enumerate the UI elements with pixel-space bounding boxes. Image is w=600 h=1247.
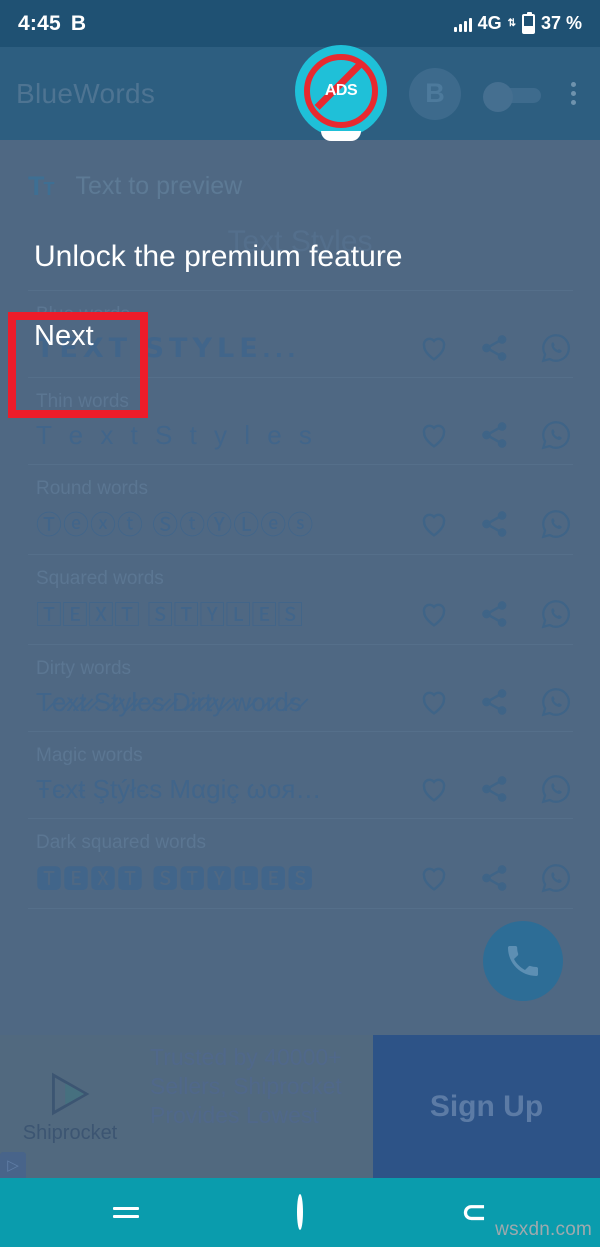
overflow-menu-icon[interactable] bbox=[567, 78, 580, 109]
phone-call-icon[interactable] bbox=[483, 921, 563, 1001]
row-actions bbox=[407, 418, 573, 452]
recents-icon[interactable] bbox=[98, 1202, 154, 1223]
style-label: Round words bbox=[36, 478, 148, 499]
style-sample: Ŧєxŧ Ştýłєs Mαgiç ωoя… bbox=[36, 773, 322, 804]
style-sample: 🆃🅴🆇🆃 🆂🆃🆈🅻🅴🆂 bbox=[36, 864, 315, 894]
style-row-round-words[interactable]: Round words Ⓣⓔⓧⓣ ⓈⓣⓎⓁⓔⓢ bbox=[28, 465, 573, 555]
share-icon[interactable] bbox=[478, 772, 512, 806]
ad-banner[interactable]: Shiprocket Trusted by 40000+ Sellers, Sh… bbox=[0, 1035, 600, 1178]
next-button-highlight-box bbox=[8, 312, 148, 418]
share-icon[interactable] bbox=[478, 418, 512, 452]
premium-dialog-title: Unlock the premium feature bbox=[34, 240, 403, 273]
share-icon[interactable] bbox=[478, 685, 512, 719]
text-format-icon: TT bbox=[28, 170, 55, 201]
watermark: wsxdn.com bbox=[495, 1219, 592, 1240]
text-input-row[interactable]: TT Text to preview bbox=[0, 155, 600, 217]
style-row-squared-words[interactable]: Squared words 🅃🄴🅇🅃 🅂🅃🅈🄻🄴🅂 bbox=[28, 555, 573, 645]
status-bar-left: 4:45 B bbox=[18, 12, 86, 36]
favorite-icon[interactable] bbox=[417, 685, 451, 719]
status-time: 4:45 bbox=[18, 11, 61, 35]
whatsapp-icon[interactable] bbox=[539, 685, 573, 719]
style-sample: T e x t S t y l e s bbox=[36, 419, 317, 450]
adchoices-icon[interactable]: ▷ bbox=[0, 1152, 26, 1178]
row-actions bbox=[407, 685, 573, 719]
row-actions bbox=[407, 772, 573, 806]
ad-body-text: Trusted by 40000+ Sellers, Shiprocket Pr… bbox=[150, 1044, 342, 1128]
ad-signup-button[interactable]: Sign Up bbox=[373, 1035, 600, 1178]
favorite-icon[interactable] bbox=[417, 772, 451, 806]
style-label: Squared words bbox=[36, 568, 164, 589]
home-button[interactable] bbox=[272, 1194, 328, 1230]
no-ads-badge-icon[interactable]: ADS bbox=[295, 45, 387, 141]
share-icon[interactable] bbox=[478, 861, 512, 895]
signal-icon bbox=[453, 16, 472, 32]
whatsapp-icon[interactable] bbox=[539, 772, 573, 806]
row-actions bbox=[407, 597, 573, 631]
toggle-switch-icon[interactable] bbox=[483, 81, 545, 112]
style-sample: Ⓣⓔⓧⓣ ⓈⓣⓎⓁⓔⓢ bbox=[36, 510, 315, 540]
style-row-dark-squared-words[interactable]: Dark squared words 🆃🅴🆇🆃 🆂🆃🆈🅻🅴🆂 bbox=[28, 819, 573, 909]
whatsapp-icon[interactable] bbox=[539, 418, 573, 452]
home-icon bbox=[297, 1194, 303, 1230]
whatsapp-icon[interactable] bbox=[539, 597, 573, 631]
favorite-icon[interactable] bbox=[417, 597, 451, 631]
back-icon[interactable]: ⊂ bbox=[446, 1195, 502, 1230]
status-bar: 4:45 B 4G ⇅ 37 % bbox=[0, 0, 600, 47]
network-label: 4G bbox=[477, 13, 502, 33]
row-actions bbox=[407, 861, 573, 895]
style-label: Dark squared words bbox=[36, 832, 207, 853]
no-ads-label: ADS bbox=[324, 82, 358, 99]
avatar[interactable]: B bbox=[409, 67, 461, 120]
style-label: Magic words bbox=[36, 745, 143, 766]
battery-percent: 37 % bbox=[540, 13, 582, 33]
share-icon[interactable] bbox=[478, 507, 512, 541]
status-bar-right: 4G ⇅ 37 % bbox=[453, 11, 582, 34]
ad-brand-name: Shiprocket bbox=[22, 1122, 118, 1144]
favorite-icon[interactable] bbox=[417, 861, 451, 895]
system-nav-bar: ⊂ wsxdn.com bbox=[0, 1178, 600, 1247]
style-sample: T̷e̷x̷t̷ ̷S̷t̷y̷l̷e̷s̷ ̷D̷i̷r̷t̷y̷ ̷w̷o̷… bbox=[36, 686, 302, 717]
favorite-icon[interactable] bbox=[417, 418, 451, 452]
favorite-icon[interactable] bbox=[417, 507, 451, 541]
share-icon[interactable] bbox=[478, 597, 512, 631]
network-activity-icon: ⇅ bbox=[507, 18, 516, 29]
phone-screen: 4:45 B 4G ⇅ 37 % BlueWords B ADS TT Text… bbox=[0, 0, 600, 1247]
whatsapp-icon[interactable] bbox=[539, 861, 573, 895]
style-label: Dirty words bbox=[36, 658, 132, 679]
style-sample: 🅃🄴🅇🅃 🅂🅃🅈🄻🄴🅂 bbox=[36, 600, 304, 630]
row-actions bbox=[407, 507, 573, 541]
status-time-suffix: B bbox=[70, 11, 87, 35]
battery-icon bbox=[521, 11, 535, 34]
text-input-placeholder: Text to preview bbox=[75, 171, 243, 200]
style-row-magic-words[interactable]: Magic words Ŧєxŧ Ştýłєs Mαgiç ωoя… bbox=[28, 732, 573, 819]
whatsapp-icon[interactable] bbox=[539, 507, 573, 541]
style-row-dirty-words[interactable]: Dirty words T̷e̷x̷t̷ ̷S̷t̷y̷l̷e̷s̷ ̷D̷i̷… bbox=[28, 645, 573, 732]
app-bar-actions: B bbox=[409, 67, 584, 120]
